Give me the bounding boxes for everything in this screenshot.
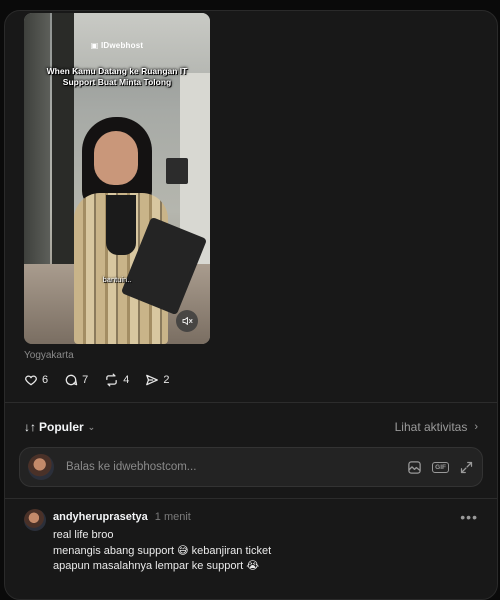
expand-button[interactable] [459, 460, 474, 475]
sort-dropdown[interactable]: ↓↑ Populer ⌄ [24, 420, 95, 434]
speaker-muted-icon [182, 317, 193, 325]
reply-composer[interactable]: Balas ke idwebhostcom... GIF [19, 447, 483, 487]
more-options-icon[interactable]: ••• [460, 509, 478, 525]
current-user-avatar [28, 454, 54, 480]
share-count: 2 [163, 374, 170, 386]
expand-icon [460, 461, 473, 473]
thread-panel: ▣ IDwebhost When Kamu Datang ke Ruangan … [4, 10, 498, 600]
attach-image-button[interactable] [407, 460, 422, 475]
repost-count: 4 [123, 374, 130, 386]
mute-button[interactable] [176, 310, 198, 332]
comment-line: real life broo [53, 529, 114, 541]
repost-icon [106, 373, 118, 387]
video-person-shirt [106, 195, 136, 255]
share-button[interactable]: 2 [145, 373, 170, 387]
video-person-face [94, 131, 138, 185]
post-actions: 6 7 4 2 [24, 373, 186, 387]
comment-body: real life broo menangis abang support 😅 … [53, 528, 271, 575]
post-location[interactable]: Yogyakarta [24, 350, 74, 361]
reply-input[interactable]: Balas ke idwebhostcom... [66, 461, 397, 473]
view-activity-link[interactable]: Lihat aktivitas › [395, 420, 478, 434]
comment-line: apapun masalahnya lempar ke support 😭 [53, 560, 260, 572]
video-scene-monitor [166, 158, 188, 184]
comment-line: menangis abang support 😅 kebanjiran tick… [53, 544, 272, 557]
video-subtitle: bantuin.. [102, 275, 132, 284]
post-video[interactable]: ▣ IDwebhost When Kamu Datang ke Ruangan … [24, 13, 210, 344]
comment-time: 1 menit [154, 511, 191, 523]
comment-avatar[interactable] [24, 509, 46, 531]
chevron-right-icon: › [474, 421, 478, 433]
gif-button[interactable]: GIF [432, 461, 449, 473]
comment-bubble-icon [65, 374, 78, 386]
video-logo-icon: ▣ [90, 41, 101, 50]
sort-row: ↓↑ Populer ⌄ Lihat aktivitas › [24, 419, 478, 435]
send-icon [146, 374, 159, 386]
comment-header: andyheruprasetya 1 menit [53, 511, 191, 523]
video-logo: ▣ IDwebhost [24, 41, 210, 50]
heart-icon [25, 375, 37, 386]
video-caption: When Kamu Datang ke Ruangan IT Support B… [46, 66, 188, 87]
comment-count: 7 [82, 374, 89, 386]
sort-label: Populer [39, 420, 84, 434]
gif-icon: GIF [432, 461, 449, 473]
video-logo-text: IDwebhost [100, 41, 144, 50]
like-count: 6 [42, 374, 49, 386]
reply-tools: GIF [397, 460, 474, 475]
image-icon [408, 460, 421, 474]
comment-button[interactable]: 7 [64, 373, 88, 387]
comment-username[interactable]: andyheruprasetya [53, 511, 148, 523]
sort-arrows-icon: ↓↑ [24, 420, 36, 434]
divider-top [5, 402, 497, 403]
like-button[interactable]: 6 [24, 373, 48, 387]
repost-button[interactable]: 4 [104, 373, 129, 387]
chevron-down-icon: ⌄ [87, 421, 96, 432]
divider-bottom [5, 498, 497, 499]
view-activity-label: Lihat aktivitas [394, 420, 468, 434]
